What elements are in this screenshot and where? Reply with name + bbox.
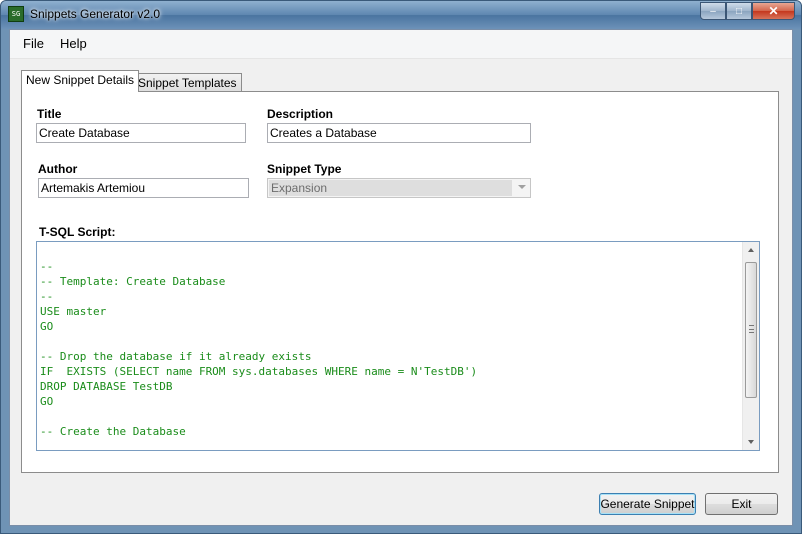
- tsql-script-text: -- -- Template: Create Database -- USE m…: [40, 259, 477, 439]
- exit-button[interactable]: Exit: [705, 493, 778, 515]
- scroll-thumb[interactable]: [745, 262, 757, 398]
- title-input[interactable]: [36, 123, 246, 143]
- close-button[interactable]: ✕: [752, 2, 795, 20]
- menu-file[interactable]: File: [23, 36, 44, 51]
- maximize-button[interactable]: □: [726, 2, 752, 20]
- description-label: Description: [267, 107, 334, 121]
- title-bar[interactable]: SG Snippets Generator v2.0 – □ ✕: [1, 1, 801, 29]
- author-input[interactable]: [38, 178, 249, 198]
- author-label: Author: [38, 162, 78, 176]
- minimize-icon: –: [710, 5, 716, 17]
- code-line: --: [40, 290, 54, 303]
- code-line: USE master: [40, 305, 107, 318]
- code-line: IF EXISTS (SELECT name FROM sys.database…: [40, 365, 478, 378]
- tab-snippet-templates[interactable]: Snippet Templates: [133, 73, 242, 93]
- window-title: Snippets Generator v2.0: [30, 7, 161, 21]
- code-line: GO: [40, 320, 54, 333]
- snippet-type-label: Snippet Type: [267, 162, 342, 176]
- scroll-up-icon[interactable]: [748, 248, 754, 252]
- menu-bar: File Help: [10, 30, 792, 59]
- minimize-button[interactable]: –: [700, 2, 726, 20]
- code-line: GO: [40, 395, 54, 408]
- script-scrollbar[interactable]: [742, 242, 759, 450]
- snippet-type-value: Expansion: [269, 180, 512, 196]
- code-line: --: [40, 260, 54, 273]
- code-line: -- Create the Database: [40, 425, 186, 438]
- chevron-down-icon: [518, 185, 526, 189]
- code-line: -- Template: Create Database: [40, 275, 226, 288]
- close-icon: ✕: [768, 4, 779, 18]
- title-label: Title: [37, 107, 62, 121]
- tab-new-snippet-details[interactable]: New Snippet Details: [21, 70, 140, 92]
- client-area: File Help New Snippet Details Snippet Te…: [9, 29, 793, 526]
- app-icon[interactable]: SG: [8, 6, 24, 22]
- code-line: DROP DATABASE TestDB: [40, 380, 173, 393]
- maximize-icon: □: [735, 5, 743, 17]
- window-controls: – □ ✕: [700, 2, 795, 20]
- generate-snippet-button[interactable]: Generate Snippet: [599, 493, 696, 515]
- snippet-type-select[interactable]: Expansion: [267, 178, 531, 198]
- code-line: -- Drop the database if it already exist…: [40, 350, 312, 363]
- app-window: SG Snippets Generator v2.0 – □ ✕ File He…: [0, 0, 802, 534]
- scroll-down-icon[interactable]: [748, 440, 754, 444]
- description-input[interactable]: [267, 123, 531, 143]
- script-label: T-SQL Script:: [39, 225, 116, 239]
- tsql-script-editor[interactable]: -- -- Template: Create Database -- USE m…: [36, 241, 760, 451]
- grip-icon: [749, 325, 754, 333]
- menu-help[interactable]: Help: [60, 36, 87, 51]
